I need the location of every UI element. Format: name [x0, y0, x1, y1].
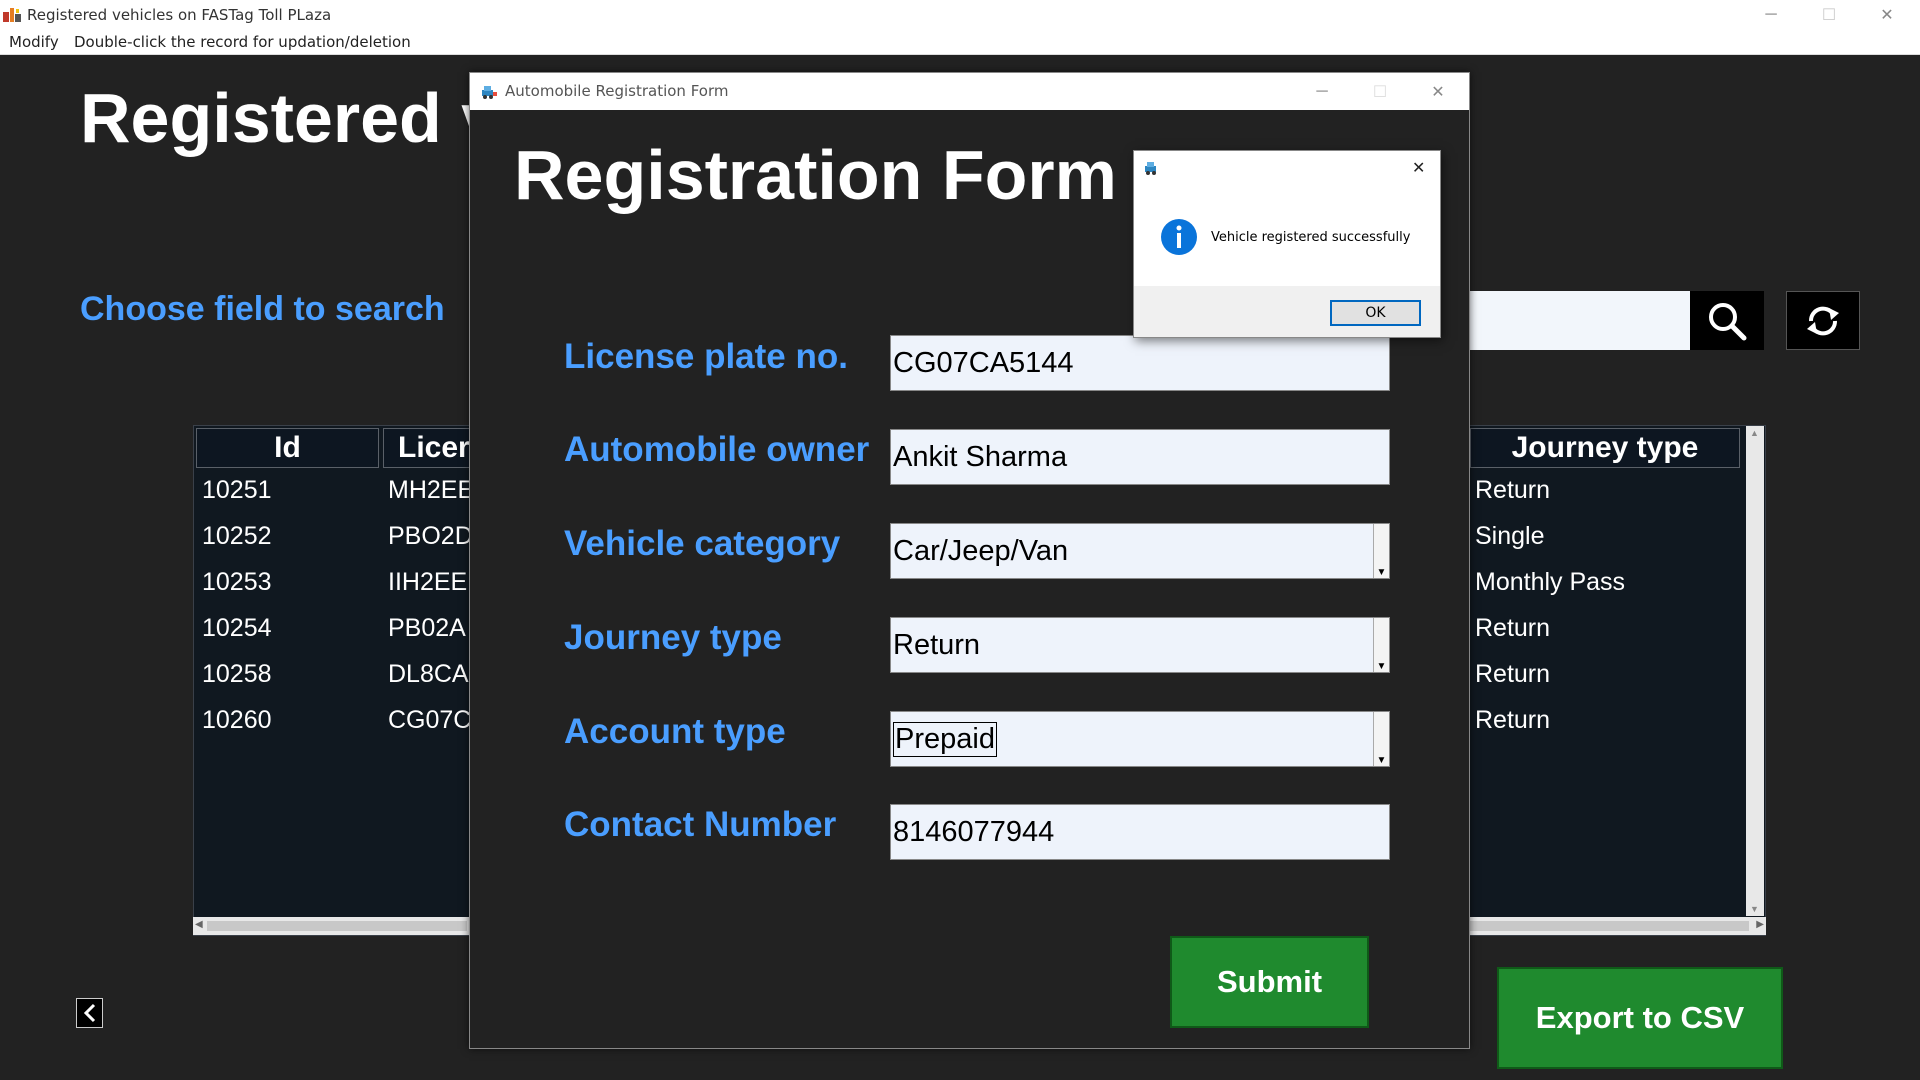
search-icon [1709, 302, 1747, 340]
column-header-id[interactable]: Id [196, 428, 379, 468]
account-type-value: Prepaid [893, 721, 997, 757]
dialog-app-icon [1145, 162, 1156, 175]
main-window-title: Registered vehicles on FASTag Toll PLaza [27, 6, 332, 24]
dropdown-arrow-icon[interactable]: ▼ [1373, 618, 1389, 672]
contact-number-input[interactable]: 8146077944 [890, 804, 1390, 860]
maximize-icon: ☐ [1821, 6, 1837, 24]
scroll-thumb[interactable] [207, 921, 467, 931]
table-cell-journey: Return [1475, 614, 1551, 642]
column-header-license[interactable]: Licer [383, 428, 473, 468]
scroll-down-icon[interactable]: ▼ [1750, 904, 1759, 914]
search-button[interactable] [1690, 291, 1764, 350]
contact-number-label: Contact Number [564, 805, 837, 844]
owner-input[interactable]: Ankit Sharma [890, 429, 1390, 485]
table-cell-license: PBO2D [388, 522, 473, 550]
scroll-left-icon[interactable]: ◀ [195, 919, 203, 930]
dialog-close-button[interactable]: ✕ [1412, 158, 1425, 177]
success-message-dialog: ✕ Vehicle registered successfully OK [1133, 150, 1441, 338]
close-icon: ✕ [1412, 158, 1426, 177]
table-cell-journey: Return [1475, 660, 1551, 688]
dropdown-arrow-icon[interactable]: ▼ [1373, 712, 1389, 766]
info-icon [1161, 219, 1197, 255]
table-cell-license: CG07C [388, 706, 472, 734]
form-window-title: Automobile Registration Form [505, 82, 729, 100]
export-csv-button[interactable]: Export to CSV [1497, 967, 1783, 1069]
vehicle-category-label: Vehicle category [564, 524, 841, 563]
table-cell-journey: Monthly Pass [1475, 568, 1626, 596]
close-button[interactable]: ✕ [1858, 0, 1916, 29]
table-cell-journey: Single [1475, 522, 1545, 550]
journey-type-select[interactable]: Return ▼ [890, 617, 1390, 673]
account-type-label: Account type [564, 712, 786, 751]
app-icon [3, 8, 21, 22]
table-cell-id: 10254 [202, 614, 272, 642]
chevron-left-icon [83, 1003, 95, 1023]
table-cell-license: IIH2EE [388, 568, 468, 596]
account-type-select[interactable]: Prepaid ▼ [890, 711, 1390, 767]
table-cell-id: 10260 [202, 706, 272, 734]
table-cell-id: 10252 [202, 522, 272, 550]
table-cell-id: 10258 [202, 660, 272, 688]
menu-modify[interactable]: Modify [9, 33, 59, 51]
license-plate-label: License plate no. [564, 337, 848, 376]
table-cell-journey: Return [1475, 706, 1551, 734]
search-field-label: Choose field to search [80, 290, 445, 328]
refresh-button[interactable] [1786, 291, 1860, 350]
journey-type-value: Return [893, 628, 981, 661]
vehicle-category-value: Car/Jeep/Van [893, 534, 1069, 567]
close-icon: ✕ [1431, 84, 1445, 101]
table-cell-id: 10253 [202, 568, 272, 596]
maximize-button[interactable]: ☐ [1800, 0, 1858, 29]
column-header-journey-type[interactable]: Journey type [1470, 428, 1740, 468]
journey-type-label: Journey type [564, 618, 782, 657]
owner-label: Automobile owner [564, 430, 870, 469]
ok-button[interactable]: OK [1330, 300, 1421, 326]
license-plate-input[interactable]: CG07CA5144 [890, 335, 1390, 391]
form-maximize-button[interactable]: ☐ [1351, 77, 1409, 107]
minimize-icon: ─ [1316, 83, 1328, 100]
menubar: Modify Double-click the record for updat… [0, 29, 1920, 55]
minimize-button[interactable]: ─ [1742, 0, 1800, 29]
scroll-up-icon[interactable]: ▲ [1750, 428, 1759, 438]
dialog-message: Vehicle registered successfully [1211, 230, 1411, 245]
form-titlebar: Automobile Registration Form ─ ☐ ✕ [470, 73, 1469, 110]
form-close-button[interactable]: ✕ [1409, 77, 1467, 107]
refresh-icon [1807, 306, 1839, 335]
table-cell-license: MH2EE [388, 476, 475, 504]
form-app-icon [482, 86, 497, 99]
form-heading: Registration Form [514, 136, 1117, 214]
vertical-scrollbar[interactable]: ▲ ▼ [1746, 426, 1764, 916]
table-cell-journey: Return [1475, 476, 1551, 504]
menu-hint[interactable]: Double-click the record for updation/del… [74, 33, 411, 51]
page-title: Registered v [80, 79, 501, 157]
maximize-icon: ☐ [1372, 84, 1388, 101]
table-cell-license: DL8CA [388, 660, 469, 688]
back-button[interactable] [76, 998, 103, 1028]
submit-button[interactable]: Submit [1170, 936, 1369, 1028]
scroll-track[interactable] [1469, 921, 1749, 931]
scroll-right-icon[interactable]: ▶ [1756, 919, 1764, 930]
form-minimize-button[interactable]: ─ [1293, 77, 1351, 107]
dropdown-arrow-icon[interactable]: ▼ [1373, 524, 1389, 578]
main-titlebar: Registered vehicles on FASTag Toll PLaza… [0, 0, 1920, 29]
close-icon: ✕ [1880, 6, 1894, 24]
vehicle-category-select[interactable]: Car/Jeep/Van ▼ [890, 523, 1390, 579]
minimize-icon: ─ [1765, 5, 1777, 23]
search-input[interactable] [1466, 291, 1690, 350]
table-cell-id: 10251 [202, 476, 272, 504]
table-cell-license: PB02A [388, 614, 466, 642]
